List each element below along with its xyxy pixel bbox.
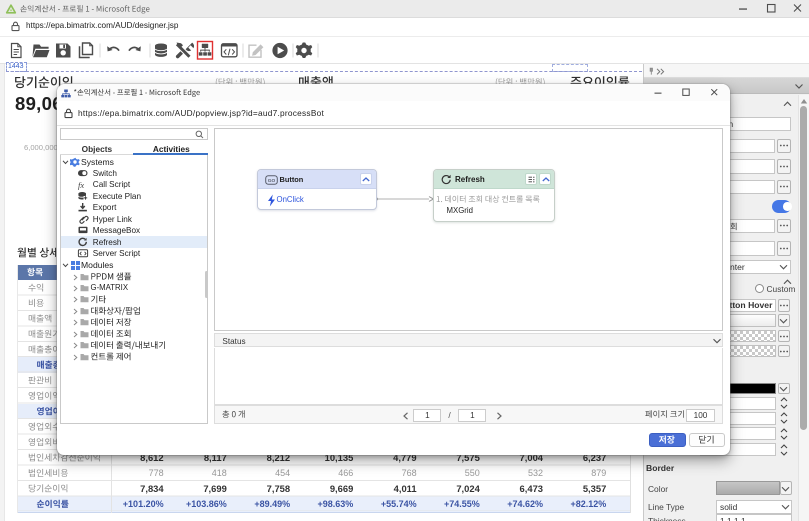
svg-text:fx: fx [78,180,84,190]
svg-text:GO: GO [267,178,275,184]
